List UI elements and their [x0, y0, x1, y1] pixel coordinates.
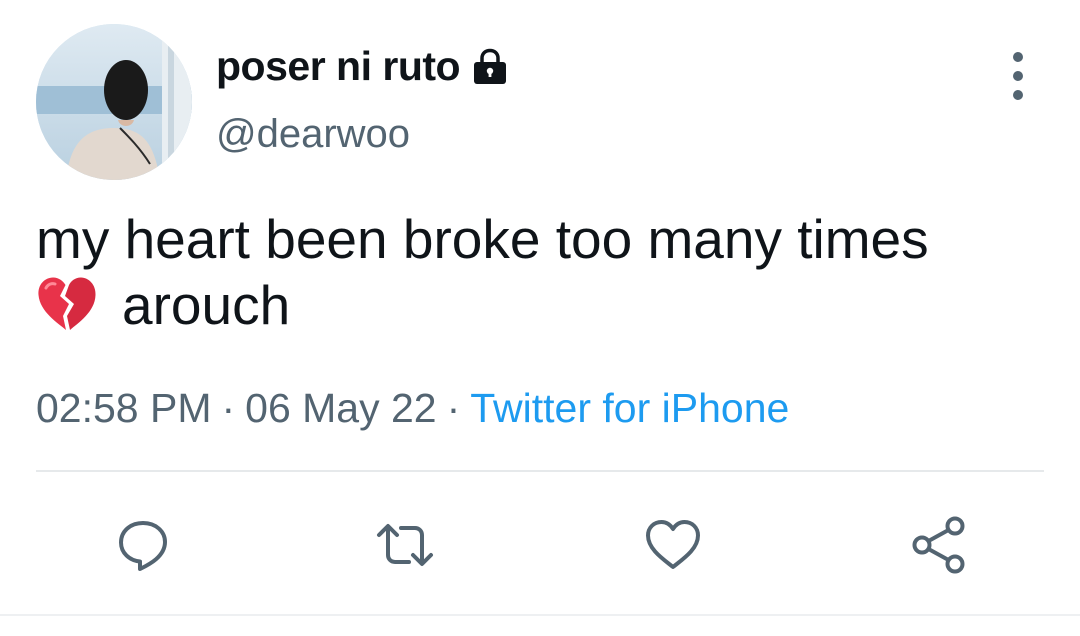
- action-bar: [0, 510, 1080, 580]
- reply-icon[interactable]: [108, 510, 178, 580]
- tweet-source-link[interactable]: Twitter for iPhone: [470, 385, 789, 431]
- lock-icon: [470, 46, 510, 86]
- tweet-detail: poser ni ruto @dearwoo my heart been bro…: [0, 0, 1080, 636]
- like-icon[interactable]: [638, 510, 708, 580]
- user-handle[interactable]: @dearwoo: [216, 112, 410, 157]
- divider: [36, 470, 1044, 472]
- tweet-time[interactable]: 02:58 PM: [36, 385, 212, 431]
- tweet-meta: 02:58 PM · 06 May 22 · Twitter for iPhone: [36, 385, 789, 432]
- display-name[interactable]: poser ni ruto: [216, 43, 461, 90]
- tweet-text-line-2: arouch: [36, 272, 1056, 338]
- more-dot: [1013, 71, 1023, 81]
- more-dot: [1013, 52, 1023, 62]
- retweet-icon[interactable]: [370, 510, 440, 580]
- tweet-date[interactable]: 06 May 22: [245, 385, 436, 431]
- more-options-icon[interactable]: [998, 52, 1038, 100]
- tweet-text: my heart been broke too many times arouc…: [36, 206, 1056, 338]
- tweet-text-line-2-text: arouch: [122, 274, 291, 336]
- avatar[interactable]: [36, 24, 192, 180]
- meta-separator: ·: [446, 385, 461, 431]
- broken-heart-emoji: [36, 276, 98, 332]
- more-dot: [1013, 90, 1023, 100]
- share-icon[interactable]: [904, 510, 974, 580]
- meta-separator: ·: [221, 385, 236, 431]
- display-name-row: poser ni ruto: [216, 40, 510, 92]
- tweet-text-line-1: my heart been broke too many times: [36, 208, 929, 270]
- bottom-divider: [0, 614, 1080, 616]
